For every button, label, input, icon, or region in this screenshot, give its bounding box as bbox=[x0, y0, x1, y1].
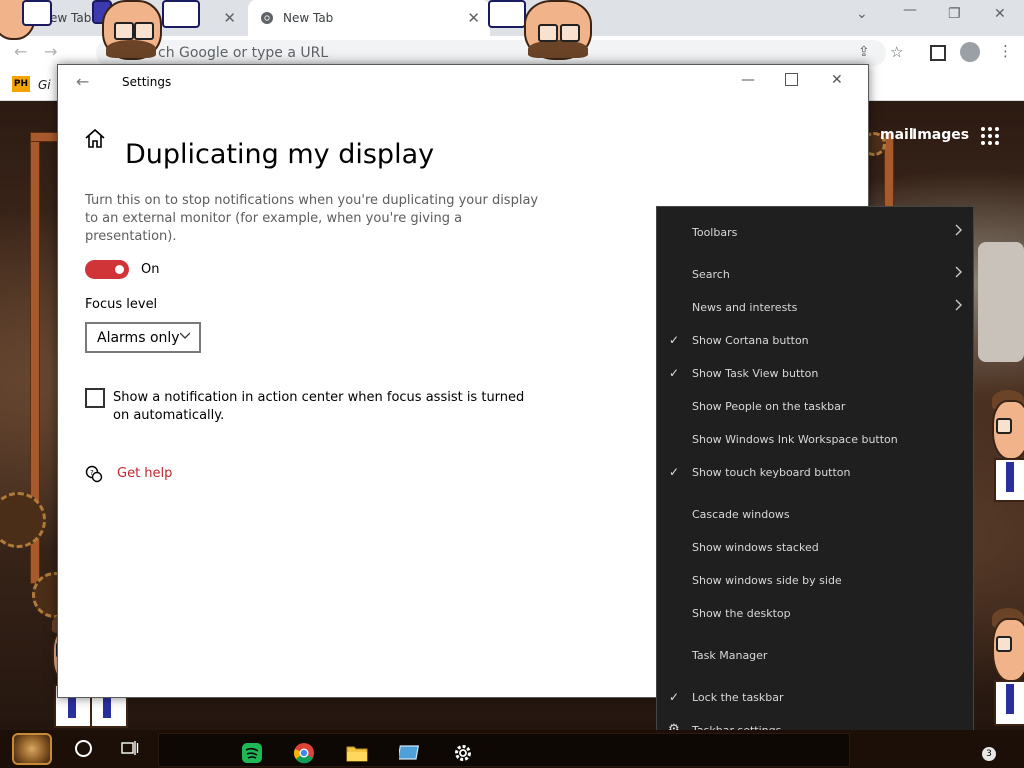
cartoon-character bbox=[988, 390, 1024, 502]
focus-level-dropdown[interactable]: Alarms only bbox=[85, 322, 201, 353]
focus-level-label: Focus level bbox=[85, 297, 158, 312]
menu-item-label: Show the desktop bbox=[692, 607, 791, 620]
remote-desktop-icon[interactable] bbox=[399, 742, 421, 764]
checkmark-icon: ✓ bbox=[669, 366, 680, 380]
minimize-icon[interactable]: — bbox=[741, 72, 755, 88]
menu-item-toolbars[interactable]: Toolbars bbox=[657, 219, 973, 247]
menu-item-show-windows-ink[interactable]: Show Windows Ink Workspace button bbox=[657, 426, 973, 454]
minimize-icon[interactable]: — bbox=[903, 2, 917, 18]
menu-item-label: Show touch keyboard button bbox=[692, 466, 851, 479]
checkmark-icon: ✓ bbox=[669, 333, 680, 347]
forward-arrow-icon[interactable]: → bbox=[44, 42, 57, 61]
home-icon[interactable] bbox=[84, 127, 106, 149]
browser-tab-active[interactable]: New Tab ✕ bbox=[248, 0, 490, 36]
cartoon-character bbox=[988, 608, 1024, 728]
focus-level-value: Alarms only bbox=[97, 329, 180, 346]
taskbar bbox=[0, 730, 1024, 768]
settings-gear-icon[interactable] bbox=[452, 742, 474, 764]
duplicating-display-toggle[interactable] bbox=[85, 260, 129, 279]
close-icon[interactable]: ✕ bbox=[223, 9, 236, 27]
images-link[interactable]: Images bbox=[912, 127, 969, 143]
maximize-icon[interactable] bbox=[785, 73, 798, 86]
checkmark-icon: ✓ bbox=[669, 690, 680, 704]
svg-text:?: ? bbox=[90, 469, 94, 477]
chevron-down-icon[interactable]: ⌄ bbox=[856, 6, 868, 22]
menu-item-search[interactable]: Search bbox=[657, 261, 973, 289]
taskbar-context-menu: Toolbars Search News and interests ✓ Sho… bbox=[656, 206, 974, 746]
menu-item-news-and-interests[interactable]: News and interests bbox=[657, 294, 973, 322]
menu-item-show-task-view-button[interactable]: ✓ Show Task View button bbox=[657, 360, 973, 388]
chrome-icon[interactable] bbox=[293, 742, 315, 764]
cartoon-character bbox=[0, 0, 60, 40]
menu-item-label: News and interests bbox=[692, 301, 798, 314]
menu-item-lock-the-taskbar[interactable]: ✓ Lock the taskbar bbox=[657, 684, 973, 712]
menu-item-show-windows-stacked[interactable]: Show windows stacked bbox=[657, 534, 973, 562]
bookmark-favicon: PH bbox=[12, 76, 30, 92]
notification-count-badge[interactable]: 3 bbox=[982, 747, 996, 761]
get-help-link[interactable]: Get help bbox=[117, 466, 172, 481]
menu-item-show-the-desktop[interactable]: Show the desktop bbox=[657, 600, 973, 628]
page-title: Duplicating my display bbox=[125, 139, 435, 171]
close-icon[interactable]: ✕ bbox=[831, 72, 843, 88]
setting-description: Turn this on to stop notifications when … bbox=[85, 193, 539, 244]
menu-item-show-people[interactable]: Show People on the taskbar bbox=[657, 393, 973, 421]
menu-item-show-windows-side-by-side[interactable]: Show windows side by side bbox=[657, 567, 973, 595]
cartoon-character bbox=[92, 0, 202, 64]
cartoon-character bbox=[488, 0, 608, 64]
bookmark-label[interactable]: Gi bbox=[38, 78, 51, 92]
google-apps-icon[interactable] bbox=[981, 127, 999, 145]
wallpaper-pipe bbox=[30, 132, 58, 142]
close-icon[interactable]: ✕ bbox=[467, 9, 480, 27]
window-titlebar: ← Settings — ✕ bbox=[58, 65, 868, 99]
file-explorer-icon[interactable] bbox=[346, 742, 368, 764]
task-view-icon[interactable] bbox=[121, 740, 139, 756]
menu-item-show-touch-keyboard[interactable]: ✓ Show touch keyboard button bbox=[657, 459, 973, 487]
profile-avatar[interactable] bbox=[960, 42, 980, 62]
menu-item-label: Show windows stacked bbox=[692, 541, 819, 554]
menu-item-label: Lock the taskbar bbox=[692, 691, 784, 704]
menu-item-label: Search bbox=[692, 268, 730, 281]
share-icon[interactable]: ⇪ bbox=[858, 44, 870, 60]
menu-item-label: Show windows side by side bbox=[692, 574, 842, 587]
kebab-menu-icon[interactable]: ⋮ bbox=[998, 42, 1013, 60]
menu-item-label: Cascade windows bbox=[692, 508, 790, 521]
toggle-state-label: On bbox=[141, 262, 160, 277]
chevron-down-icon bbox=[180, 332, 190, 339]
tab-title: New Tab bbox=[283, 11, 334, 25]
checkmark-icon: ✓ bbox=[669, 465, 680, 479]
menu-item-cascade-windows[interactable]: Cascade windows bbox=[657, 501, 973, 529]
cortana-icon[interactable] bbox=[75, 740, 92, 757]
chevron-right-icon bbox=[955, 224, 962, 236]
menu-item-label: Show Task View button bbox=[692, 367, 819, 380]
back-arrow-icon[interactable]: ← bbox=[14, 42, 27, 61]
taskbar-app-strip bbox=[158, 733, 850, 767]
spotify-icon[interactable] bbox=[241, 742, 263, 764]
menu-item-label: Show Cortana button bbox=[692, 334, 809, 347]
gmail-link[interactable]: mail bbox=[880, 127, 914, 143]
menu-item-task-manager[interactable]: Task Manager bbox=[657, 642, 973, 670]
menu-item-label: Show Windows Ink Workspace button bbox=[692, 433, 898, 446]
menu-item-show-cortana-button[interactable]: ✓ Show Cortana button bbox=[657, 327, 973, 355]
chevron-right-icon bbox=[955, 299, 962, 311]
back-arrow-icon[interactable]: ← bbox=[76, 72, 89, 91]
menu-item-label: Toolbars bbox=[692, 226, 738, 239]
toggle-knob bbox=[115, 265, 124, 274]
close-icon[interactable]: ✕ bbox=[994, 6, 1006, 22]
wallpaper-lamp bbox=[978, 242, 1024, 362]
star-icon[interactable]: ☆ bbox=[890, 43, 903, 61]
action-center-notification-checkbox[interactable] bbox=[85, 388, 105, 408]
menu-item-label: Show People on the taskbar bbox=[692, 400, 846, 413]
restore-icon[interactable]: ❐ bbox=[948, 6, 961, 22]
help-chat-icon: ? bbox=[85, 465, 103, 483]
checkbox-label: Show a notification in action center whe… bbox=[113, 390, 525, 423]
chrome-icon bbox=[261, 12, 273, 24]
menu-item-label: Task Manager bbox=[692, 649, 768, 662]
start-button[interactable] bbox=[12, 733, 52, 765]
window-title: Settings bbox=[122, 75, 172, 89]
side-panel-icon[interactable] bbox=[930, 45, 946, 61]
chevron-right-icon bbox=[955, 266, 962, 278]
